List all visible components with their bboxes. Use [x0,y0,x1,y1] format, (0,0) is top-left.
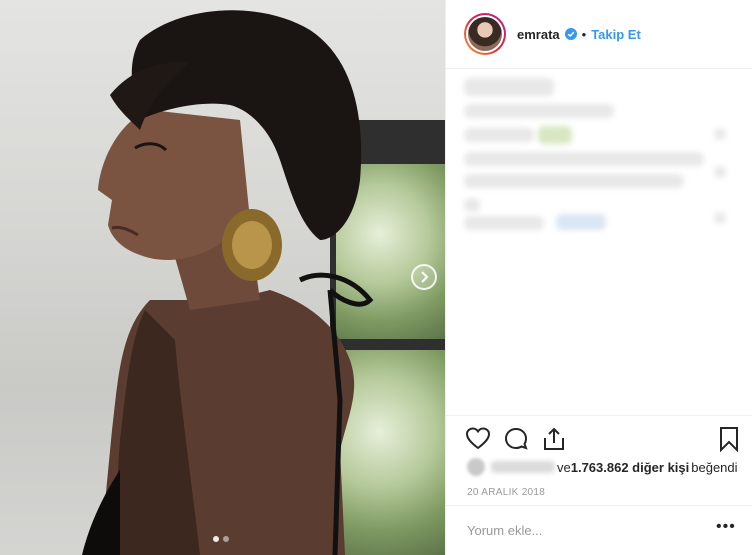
blurred-comment [464,216,544,230]
likes-count[interactable]: 1.763.862 diğer kişi [571,460,690,475]
chevron-right-icon [421,271,429,283]
blurred-comment [464,128,534,142]
blurred-comment [464,174,684,188]
post-date[interactable]: 20 ARALIK 2018 [467,487,545,498]
likes-suffix: beğendi [691,459,738,475]
blurred-comment [464,198,480,212]
follow-button[interactable]: Takip Et [591,27,641,42]
heart-icon[interactable] [465,426,491,452]
action-bar [446,415,752,460]
avatar[interactable] [464,13,506,55]
carousel-dots [213,536,229,542]
carousel-dot [223,536,229,542]
comments-area [446,70,752,415]
share-icon[interactable] [541,426,567,452]
blurred-liker-name [491,461,555,473]
post-photo [82,10,374,555]
blurred-comment [714,166,726,178]
blurred-caption [464,104,614,118]
post-media[interactable] [0,0,445,555]
verified-badge-icon [564,28,577,40]
blurred-comment [714,128,726,140]
liker-avatar [467,458,485,476]
blurred-comment [714,212,726,224]
likes-summary: ve 1.763.862 diğer kişi beğendi [467,457,752,477]
username-link[interactable]: emrata [517,27,560,42]
next-photo-button[interactable] [411,264,437,290]
blurred-caption [464,78,554,96]
carousel-dot [213,536,219,542]
more-options-button[interactable]: ••• [716,519,736,538]
likes-prefix: ve [557,459,571,475]
separator-dot: • [581,26,587,42]
post-sidebar: emrata • Takip Et ve 1.763.862 diğer kiş… [445,0,752,555]
instagram-post: emrata • Takip Et ve 1.763.862 diğer kiş… [0,0,752,555]
bookmark-icon[interactable] [716,426,742,452]
comment-box: ••• [446,505,752,555]
comment-icon[interactable] [503,426,529,452]
blurred-comment [556,214,606,230]
comment-input[interactable] [467,523,687,538]
blurred-comment [538,126,572,144]
blurred-comment [464,152,704,166]
post-header: emrata • Takip Et [446,0,752,69]
